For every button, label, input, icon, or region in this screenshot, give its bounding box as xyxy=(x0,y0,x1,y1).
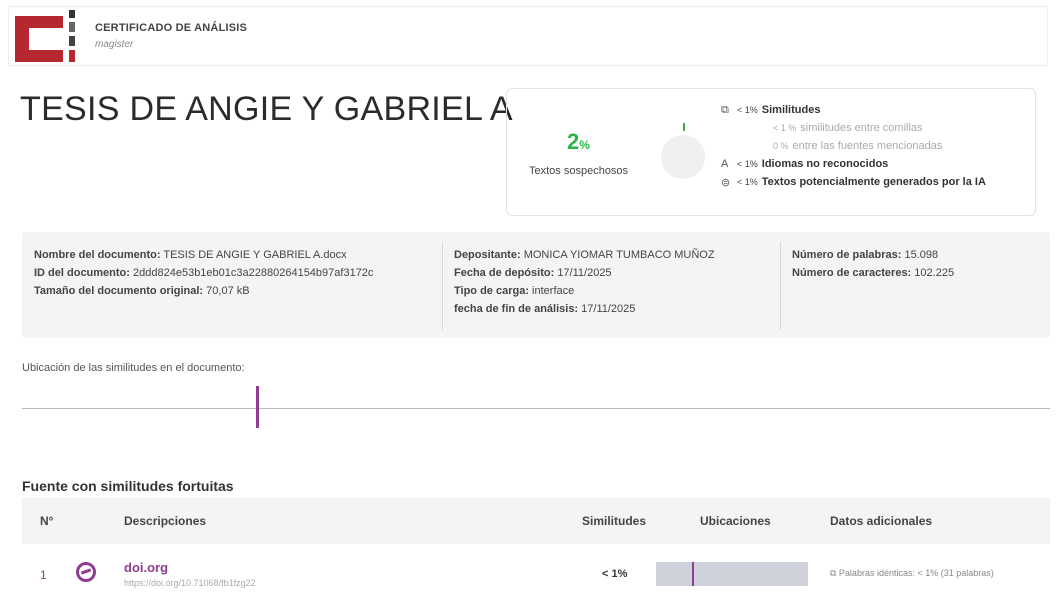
header-locations: Ubicaciones xyxy=(700,514,771,528)
info-column-document: Nombre del documento: TESIS DE ANGIE Y G… xyxy=(34,246,373,300)
info-value: MONICA YIOMAR TUMBACO MUÑOZ xyxy=(523,249,715,261)
legend-label: Textos potencialmente generados por la I… xyxy=(761,176,986,188)
compilatio-logo xyxy=(13,8,83,64)
info-key: fecha de fin de análisis: xyxy=(454,303,579,315)
source-name-link[interactable]: doi.org xyxy=(124,560,168,575)
ai-icon: ⊜ xyxy=(721,176,731,189)
language-icon: A xyxy=(721,158,729,170)
info-line: Tipo de carga: interface xyxy=(454,282,715,300)
info-value: interface xyxy=(532,285,575,297)
info-key: ID del documento: xyxy=(34,267,130,279)
info-value: TESIS DE ANGIE Y GABRIEL A.docx xyxy=(163,249,347,261)
source-number: 1 xyxy=(40,568,47,582)
summary-legend: ⧉ < 1% Similitudes < 1 % similitudes entre c… xyxy=(721,101,986,191)
info-line: Número de palabras: 15.098 xyxy=(792,246,954,264)
header-num: N° xyxy=(40,514,54,528)
suspicious-percent: 2% xyxy=(567,129,590,154)
info-value: 102.225 xyxy=(914,267,955,279)
donut-indicator xyxy=(683,123,685,131)
source-similarity: < 1% xyxy=(602,568,628,580)
info-value: 15.098 xyxy=(904,249,939,261)
info-line: Tamaño del documento original: 70,07 kB xyxy=(34,282,373,300)
info-value: 17/11/2025 xyxy=(557,267,612,279)
document-title: TESIS DE ANGIE Y GABRIEL A xyxy=(20,90,513,128)
certificate-subtitle: magister xyxy=(95,39,134,50)
info-value: 17/11/2025 xyxy=(581,303,636,315)
table-row[interactable]: 1 doi.org https://doi.org/10.71068/fb1fz… xyxy=(22,550,1050,600)
source-url-link[interactable]: https://doi.org/10.71068/fb1fzg22 xyxy=(124,578,256,588)
legend-percent: < 1% xyxy=(737,159,758,169)
similarity-summary: 2% Textos sospechosos ⧉ < 1% Similitudes < … xyxy=(506,88,1036,216)
legend-label: Idiomas no reconocidos xyxy=(761,158,889,170)
info-value: 2ddd824e53b1eb01c3a22880264154b97af3172c xyxy=(133,267,374,279)
source-location-bar[interactable] xyxy=(656,562,808,586)
header-additional-data: Datos adicionales xyxy=(830,514,933,528)
source-additional-data: ⧉ Palabras idénticas: < 1% (31 palabras) xyxy=(830,568,994,578)
source-globe-icon xyxy=(76,562,96,582)
info-key: Depositante: xyxy=(454,249,521,261)
info-line: fecha de fin de análisis: 17/11/2025 xyxy=(454,300,715,318)
legend-row: 0 % entre las fuentes mencionadas xyxy=(721,137,986,155)
legend-row: ⧉ < 1% Similitudes xyxy=(721,101,986,119)
info-line: Fecha de depósito: 17/11/2025 xyxy=(454,264,715,282)
legend-percent: 0 % xyxy=(773,141,789,151)
info-key: Nombre del documento: xyxy=(34,249,161,261)
document-info-panel: Nombre del documento: TESIS DE ANGIE Y G… xyxy=(22,232,1050,338)
info-line: Depositante: MONICA YIOMAR TUMBACO MUÑOZ xyxy=(454,246,715,264)
info-key: Tipo de carga: xyxy=(454,285,529,297)
info-column-deposit: Depositante: MONICA YIOMAR TUMBACO MUÑOZ… xyxy=(454,246,715,318)
legend-row: < 1 % similitudes entre comillas xyxy=(721,119,986,137)
copy-icon: ⧉ xyxy=(721,103,729,116)
info-line: Nombre del documento: TESIS DE ANGIE Y G… xyxy=(34,246,373,264)
info-key: Tamaño del documento original: xyxy=(34,285,204,297)
location-track xyxy=(22,408,1050,409)
source-location-marker xyxy=(692,562,694,586)
certificate-header: CERTIFICADO DE ANÁLISIS magister xyxy=(8,6,1048,66)
certificate-title: CERTIFICADO DE ANÁLISIS xyxy=(95,22,248,34)
info-key: Número de caracteres: xyxy=(792,267,912,279)
similarity-donut xyxy=(661,135,705,179)
sources-title: Fuente con similitudes fortuitas xyxy=(22,478,234,494)
info-value: 70,07 kB xyxy=(206,285,250,297)
info-key: Fecha de depósito: xyxy=(454,267,555,279)
legend-percent: < 1 % xyxy=(773,123,797,133)
legend-row: A < 1% Idiomas no reconocidos xyxy=(721,155,986,173)
suspicious-label: Textos sospechosos xyxy=(529,165,629,177)
legend-label: entre las fuentes mencionadas xyxy=(792,140,943,152)
info-line: ID del documento: 2ddd824e53b1eb01c3a228… xyxy=(34,264,373,282)
location-marker[interactable] xyxy=(256,386,259,428)
info-column-counts: Número de palabras: 15.098 Número de cara… xyxy=(792,246,954,282)
location-label: Ubicación de las similitudes en el docum… xyxy=(22,362,245,374)
header-similarities: Similitudes xyxy=(582,514,647,528)
sources-table-header: N° Descripciones Similitudes Ubicaciones… xyxy=(22,498,1050,544)
info-key: Número de palabras: xyxy=(792,249,902,261)
legend-label: Similitudes xyxy=(761,104,821,116)
legend-row: ⊜ < 1% Textos potencialmente generados por… xyxy=(721,173,986,191)
legend-label: similitudes entre comillas xyxy=(800,122,923,134)
legend-percent: < 1% xyxy=(737,105,758,115)
info-line: Número de caracteres: 102.225 xyxy=(792,264,954,282)
legend-percent: < 1% xyxy=(737,177,758,187)
header-descriptions: Descripciones xyxy=(124,514,207,528)
